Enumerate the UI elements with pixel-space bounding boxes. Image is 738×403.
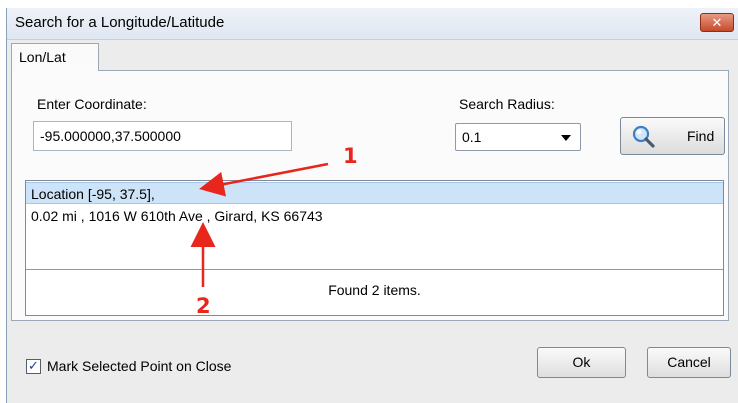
ok-button[interactable]: Ok xyxy=(537,347,626,378)
mark-point-checkbox[interactable]: ✓ xyxy=(26,359,41,374)
search-radius-label: Search Radius: xyxy=(459,96,555,112)
find-label: Find xyxy=(687,128,715,144)
result-row-address[interactable]: 0.02 mi , 1016 W 610th Ave , Girard, KS … xyxy=(26,205,723,227)
magnifier-icon xyxy=(632,125,655,148)
chevron-down-icon xyxy=(561,135,571,141)
find-button[interactable]: Find xyxy=(620,117,725,155)
search-radius-select[interactable]: 0.1 xyxy=(455,123,581,151)
annotation-number-2: 2 xyxy=(196,294,211,318)
results-list: Location [-95, 37.5], 0.02 mi , 1016 W 6… xyxy=(25,180,724,316)
coordinate-label: Enter Coordinate: xyxy=(37,96,147,112)
window-title: Search for a Longitude/Latitude xyxy=(15,14,225,31)
title-bar: Search for a Longitude/Latitude ✕ xyxy=(7,8,738,40)
checkmark-icon: ✓ xyxy=(28,358,39,373)
mark-point-label: Mark Selected Point on Close xyxy=(47,358,232,374)
close-icon: ✕ xyxy=(711,15,723,30)
tab-lon-lat[interactable]: Lon/Lat xyxy=(11,43,99,71)
results-status: Found 2 items. xyxy=(328,282,421,298)
close-button[interactable]: ✕ xyxy=(700,13,734,32)
status-divider xyxy=(26,269,723,270)
annotation-number-1: 1 xyxy=(343,144,358,168)
cancel-button[interactable]: Cancel xyxy=(647,347,731,378)
result-row-location[interactable]: Location [-95, 37.5], xyxy=(26,182,723,204)
coordinate-input[interactable]: -95.000000,37.500000 xyxy=(33,121,292,151)
search-radius-value: 0.1 xyxy=(462,129,482,145)
